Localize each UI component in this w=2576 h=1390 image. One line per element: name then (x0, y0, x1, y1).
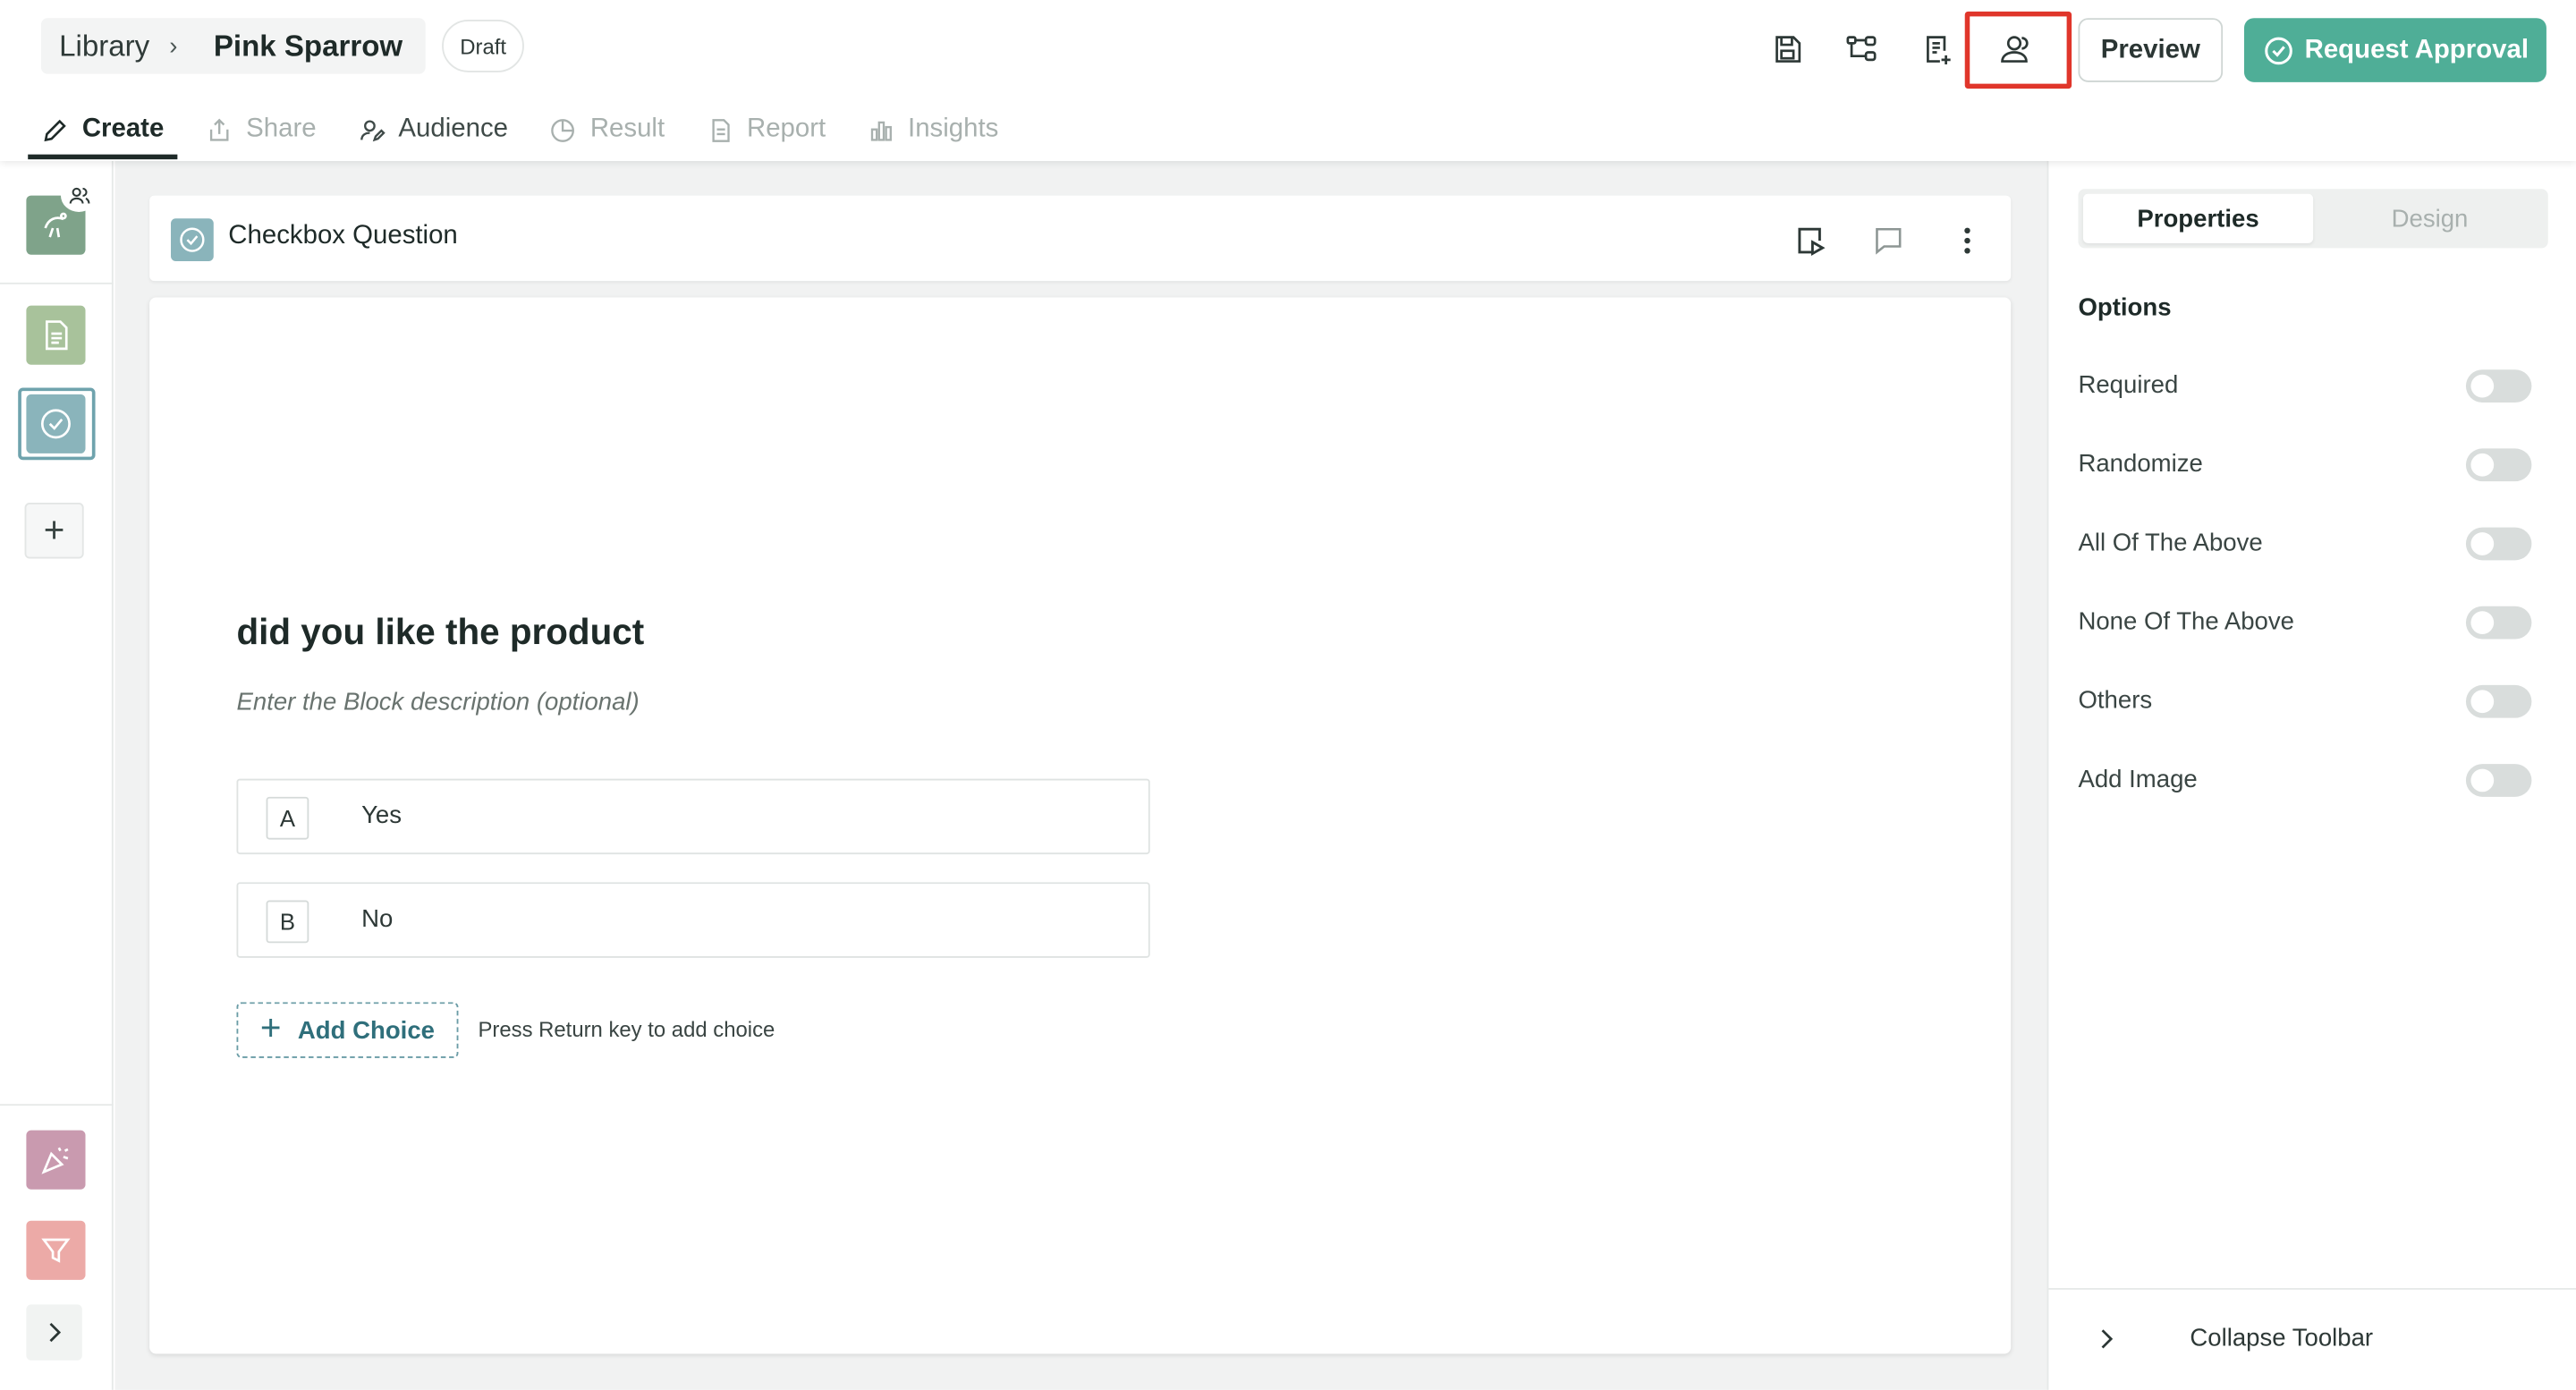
question-type-icon (171, 218, 214, 262)
text-block-icon (45, 320, 68, 351)
option-others: Others (2078, 682, 2532, 721)
panel-tab-switcher: Properties Design (2078, 189, 2548, 249)
rail-divider (0, 1104, 114, 1106)
tab-result[interactable]: Result (536, 98, 678, 161)
question-title-input[interactable]: did you like the product (236, 611, 644, 654)
option-label: Randomize (2078, 450, 2203, 479)
filter-block[interactable] (26, 1220, 86, 1280)
choice-label[interactable]: No (361, 905, 393, 933)
audience-edit-icon (360, 119, 385, 141)
add-image-toggle[interactable] (2465, 764, 2532, 797)
add-choice-button[interactable]: + Add Choice (236, 1002, 459, 1058)
request-approval-button[interactable]: Request Approval (2243, 18, 2546, 82)
option-randomize: Randomize (2078, 445, 2532, 485)
tab-share-label: Share (246, 114, 317, 143)
properties-panel: Properties Design Options Required Rando… (2046, 160, 2576, 1390)
plus-icon: + (259, 1006, 282, 1048)
end-screen-icon (41, 1147, 69, 1174)
audience-badge-icon (60, 179, 97, 212)
tab-insights[interactable]: Insights (853, 98, 1012, 161)
option-none-of-the-above: None Of The Above (2078, 603, 2532, 642)
main-tabs: Create Share Audience Result Report Insi… (28, 98, 1026, 161)
option-required: Required (2078, 367, 2532, 406)
tab-audience-label: Audience (398, 114, 508, 143)
pie-icon (551, 118, 575, 141)
add-block-button[interactable]: + (24, 503, 84, 559)
check-circle-icon (2264, 36, 2292, 64)
tab-create[interactable]: Create (28, 98, 177, 161)
save-icon[interactable] (1761, 23, 1814, 76)
bar-chart-icon (870, 120, 892, 140)
more-options-icon[interactable] (1942, 216, 1991, 265)
add-choice-hint: Press Return key to add choice (478, 1016, 775, 1042)
end-screen-block[interactable] (26, 1130, 86, 1190)
text-block[interactable] (26, 305, 86, 365)
chevron-right-icon (49, 1322, 62, 1343)
tab-share[interactable]: Share (192, 98, 330, 161)
breadcrumb-current-survey[interactable]: Pink Sparrow (214, 29, 416, 64)
randomize-toggle[interactable] (2465, 448, 2532, 482)
share-icon (209, 117, 229, 140)
audience-icon[interactable] (1989, 23, 2042, 76)
rail-divider (0, 282, 114, 284)
options-heading: Options (2078, 293, 2172, 322)
tab-audience[interactable]: Audience (344, 98, 521, 161)
comment-icon[interactable] (1863, 216, 1912, 265)
status-badge: Draft (442, 20, 525, 72)
tab-properties[interactable]: Properties (2082, 193, 2314, 243)
option-label: Others (2078, 686, 2153, 715)
tab-result-label: Result (589, 114, 665, 143)
option-label: Required (2078, 371, 2179, 400)
choice-key: A (266, 796, 309, 840)
others-toggle[interactable] (2465, 684, 2532, 718)
option-add-image: Add Image (2078, 760, 2532, 800)
tab-insights-label: Insights (908, 114, 999, 143)
app-root: Library › Pink Sparrow Draft Preview Req… (0, 0, 2576, 1390)
collapse-toolbar-button[interactable]: Collapse Toolbar (2048, 1287, 2576, 1390)
expand-rail-button[interactable] (26, 1304, 82, 1360)
tab-report-label: Report (746, 114, 826, 143)
all-of-the-above-toggle[interactable] (2465, 527, 2532, 561)
choice-option-b[interactable]: B No (236, 882, 1150, 958)
question-header-bar: Checkbox Question (149, 195, 2012, 282)
preview-play-icon[interactable] (1784, 216, 1834, 265)
question-card: did you like the product Enter the Block… (149, 297, 2012, 1354)
none-of-the-above-toggle[interactable] (2465, 606, 2532, 640)
choice-label[interactable]: Yes (361, 801, 402, 829)
document-icon (711, 118, 729, 141)
pencil-icon (44, 118, 66, 141)
choice-key: B (266, 900, 309, 944)
editor-canvas: Checkbox Question did you like the produ… (114, 160, 2047, 1390)
option-label: All Of The Above (2078, 529, 2263, 557)
tab-create-label: Create (81, 114, 165, 143)
chevron-right-icon (2089, 1321, 2123, 1357)
breadcrumb-separator: › (169, 31, 178, 61)
option-all-of-the-above: All Of The Above (2078, 524, 2532, 564)
request-approval-label: Request Approval (2304, 35, 2529, 64)
top-header: Library › Pink Sparrow Draft Preview Req… (0, 0, 2576, 161)
collapse-toolbar-label: Collapse Toolbar (2190, 1324, 2374, 1352)
tab-design[interactable]: Design (2315, 194, 2545, 243)
welcome-screen-icon (44, 212, 67, 238)
choice-option-a[interactable]: A Yes (236, 778, 1150, 855)
add-note-icon[interactable] (1911, 23, 1963, 76)
add-choice-label: Add Choice (297, 1016, 435, 1045)
flow-icon[interactable] (1835, 23, 1888, 76)
tab-report[interactable]: Report (692, 98, 839, 161)
filter-icon (41, 1238, 71, 1263)
checkbox-circle-icon (180, 227, 205, 252)
option-label: None Of The Above (2078, 607, 2294, 636)
question-type-label: Checkbox Question (228, 221, 458, 250)
question-description-input[interactable]: Enter the Block description (optional) (236, 689, 639, 716)
breadcrumb-library-link[interactable]: Library (51, 29, 149, 64)
checkbox-block[interactable] (26, 394, 86, 453)
preview-button[interactable]: Preview (2078, 18, 2224, 82)
checkbox-block-icon (40, 409, 71, 439)
breadcrumb: Library › Pink Sparrow (40, 18, 426, 74)
block-navigator: + (0, 160, 114, 1390)
option-label: Add Image (2078, 765, 2198, 794)
required-toggle[interactable] (2465, 369, 2532, 403)
